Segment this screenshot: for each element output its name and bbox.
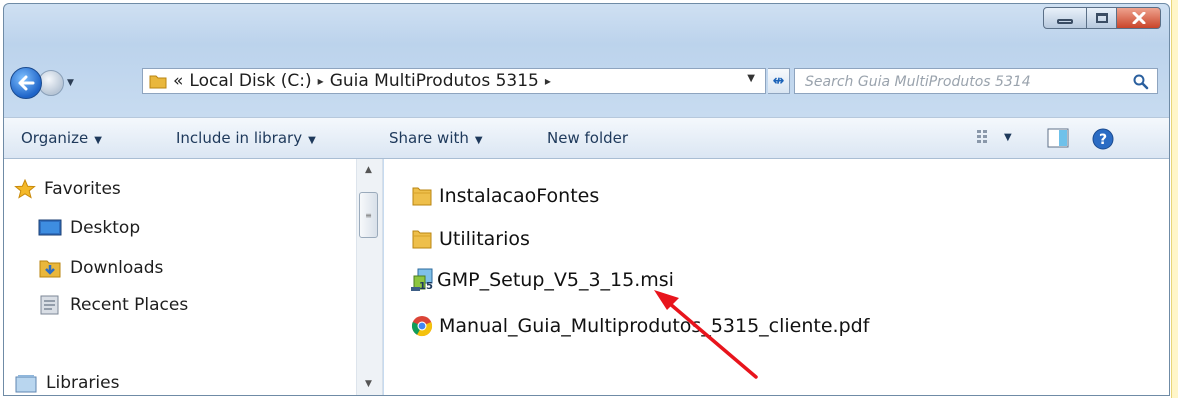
search-input[interactable] — [803, 70, 1127, 94]
annotation-arrow-icon — [654, 290, 758, 379]
breadcrumb-separator-icon[interactable]: ▸ — [545, 74, 551, 88]
nav-favorites[interactable]: Favorites — [14, 179, 121, 199]
star-icon — [14, 179, 36, 199]
back-arrow-icon — [18, 75, 35, 91]
search-icon — [1133, 74, 1149, 90]
view-details-icon — [977, 130, 987, 143]
chevron-down-icon: ▼ — [94, 135, 102, 146]
page-edge-accent — [1171, 0, 1178, 398]
scroll-down-icon[interactable]: ▼ — [365, 379, 372, 389]
nav-favorites-label: Favorites — [44, 179, 121, 199]
downloads-folder-icon — [39, 260, 61, 278]
chevron-down-icon: ▼ — [1004, 131, 1012, 143]
change-view-button[interactable]: ▼ — [976, 128, 1012, 146]
preview-pane-button[interactable] — [1047, 128, 1069, 148]
new-folder-label: New folder — [547, 129, 629, 147]
preview-pane-icon — [1047, 128, 1069, 148]
address-dropdown-icon[interactable]: ▼ — [747, 73, 755, 84]
include-in-library-button[interactable]: Include in library ▼ — [176, 129, 316, 147]
close-button[interactable] — [1117, 7, 1161, 29]
back-button[interactable] — [10, 67, 42, 99]
explorer-window: ▼ « Local Disk (C:) ▸ Guia MultiProdutos… — [3, 3, 1170, 396]
nav-libraries-label: Libraries — [46, 373, 120, 393]
folder-icon — [149, 75, 167, 89]
caption-buttons — [1043, 7, 1161, 29]
help-icon: ? — [1092, 128, 1114, 150]
nav-desktop-label: Desktop — [70, 218, 141, 238]
refresh-button[interactable]: ↮ — [768, 68, 790, 94]
libraries-icon — [15, 375, 37, 393]
include-in-library-label: Include in library — [176, 129, 303, 147]
scrollbar-thumb[interactable]: ≡ — [359, 192, 378, 238]
chevron-down-icon: ▼ — [474, 135, 483, 146]
file-list: InstalacaoFontes Utilitarios 15 GMP_Setu… — [384, 159, 1169, 395]
recent-places-icon — [40, 295, 59, 315]
nav-recent-places[interactable]: Recent Places — [38, 294, 188, 316]
nav-recent-places-label: Recent Places — [70, 295, 189, 315]
scroll-up-icon[interactable]: ▲ — [365, 165, 372, 175]
minimize-button[interactable] — [1043, 7, 1087, 29]
share-with-button[interactable]: Share with ▼ — [389, 129, 483, 147]
refresh-icon: ↮ — [772, 73, 785, 89]
organize-label: Organize — [21, 129, 89, 147]
address-history-prefix: « — [173, 71, 184, 91]
nav-buttons: ▼ — [10, 67, 74, 99]
breadcrumb-local-disk[interactable]: Local Disk (C:) — [189, 71, 311, 91]
chevron-down-icon: ▼ — [308, 135, 316, 146]
minimize-icon — [1057, 18, 1073, 24]
help-button[interactable]: ? — [1092, 128, 1114, 150]
close-icon — [1132, 12, 1145, 24]
recent-pages-dropdown-icon[interactable]: ▼ — [67, 78, 74, 88]
nav-libraries[interactable]: Libraries — [14, 372, 119, 394]
nav-downloads[interactable]: Downloads — [38, 257, 163, 279]
command-bar: Organize ▼ Include in library ▼ Share with… — [4, 117, 1169, 159]
breadcrumb-guia-multiprodutos[interactable]: Guia MultiProdutos 5315 — [330, 71, 539, 91]
maximize-icon — [1095, 13, 1108, 23]
nav-downloads-label: Downloads — [70, 258, 164, 278]
navigation-pane-scrollbar[interactable]: ▲ ≡ ▼ — [356, 159, 382, 395]
svg-text:?: ? — [1099, 132, 1107, 148]
breadcrumb-separator-icon[interactable]: ▸ — [318, 74, 324, 88]
navigation-pane: Favorites Desktop Downloads Recent Place… — [4, 159, 383, 395]
organize-button[interactable]: Organize ▼ — [21, 129, 102, 147]
nav-desktop[interactable]: Desktop — [38, 218, 140, 238]
new-folder-button[interactable]: New folder — [547, 129, 628, 147]
desktop-icon — [38, 219, 62, 236]
address-bar[interactable]: « Local Disk (C:) ▸ Guia MultiProdutos 5… — [142, 68, 766, 94]
search-box[interactable] — [794, 68, 1158, 94]
maximize-button[interactable] — [1087, 7, 1117, 29]
share-with-label: Share with — [389, 129, 469, 147]
